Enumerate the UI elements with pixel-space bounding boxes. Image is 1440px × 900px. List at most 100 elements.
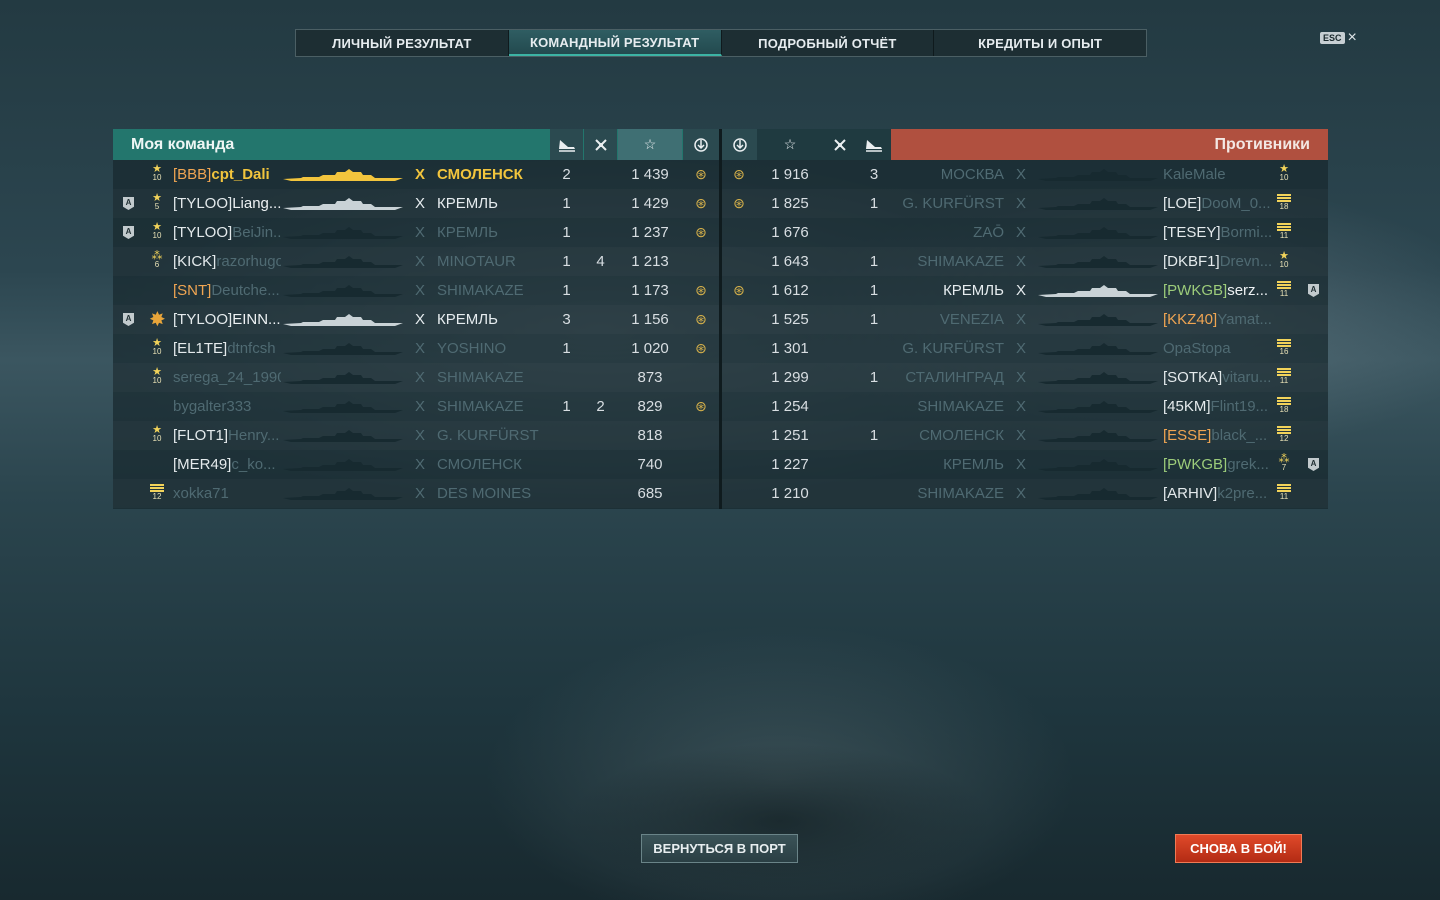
rank-number: 10 [1279, 260, 1289, 269]
my-team-panel: Моя команда ☆ ★ 10 [BBB]cpt_Dali X СМОЛЕНСК 2… [113, 129, 719, 509]
ship-silhouette [1038, 198, 1158, 210]
planes-destroyed [823, 247, 857, 276]
table-row[interactable]: A ★ 5 [TYLOO]Liang... X КРЕМЛЬ 1 1 429 ⊛ [113, 189, 719, 218]
table-row[interactable]: ⊛ 1 612 1 КРЕМЛЬ X [PWKGB]serz... 11 A [722, 276, 1328, 305]
player-name: [45KM]Flint19... [1163, 392, 1273, 421]
player-name: [LOE]DooM_0... [1163, 189, 1273, 218]
base-exp: 1 299 [771, 369, 809, 386]
clan-tag: [TYLOO] [173, 195, 233, 212]
planes-destroyed [584, 160, 617, 189]
table-row[interactable]: [SNT]Deutche... X SHIMAKAZE 1 1 173 ⊛ [113, 276, 719, 305]
planes-destroyed: 2 [596, 398, 605, 415]
enemy-team-header: ☆ Противники [722, 129, 1328, 160]
table-row[interactable]: ⊛ 1 825 1 G. KURFÜRST X [LOE]DooM_0... 18 [722, 189, 1328, 218]
ship-silhouette-wrap [283, 401, 405, 413]
tab-detailed-report[interactable]: ПОДРОБНЫЙ ОТЧЁТ [722, 30, 935, 56]
ship-name: G. KURFÜRST [437, 427, 539, 444]
clan-tag: [SNT] [173, 282, 212, 299]
ships-destroyed: 1 [869, 369, 879, 386]
player-nickname: cpt_Dali [211, 166, 270, 183]
clan-tag: [PWKGB] [1163, 456, 1228, 473]
table-row[interactable]: ★ 10 [FLOT1]Henry... X G. KURFÜRST 818 [113, 421, 719, 450]
planes-destroyed [584, 334, 617, 363]
division-badge-icon: A [1308, 284, 1319, 297]
ship-name: MINOTAUR [437, 253, 516, 270]
table-row[interactable]: ⊛ 1 916 3 МОСКВА X KaleMale ★ 10 [722, 160, 1328, 189]
ship-tier: X [1016, 166, 1027, 183]
table-row[interactable]: 1 299 1 СТАЛИНГРАД X [SOTKA]vitaru... 11 [722, 363, 1328, 392]
tab-team-result[interactable]: КОМАНДНЫЙ РЕЗУЛЬТАТ [508, 30, 722, 56]
table-row[interactable]: 1 251 1 СМОЛЕНСК X [ESSE]black_... 12 [722, 421, 1328, 450]
table-row[interactable]: 1 525 1 VENEZIA X [KKZ40]Yamat... [722, 305, 1328, 334]
ship-tier: X [415, 456, 426, 473]
player-nickname: Bormi... [1220, 224, 1273, 241]
ship-silhouette [283, 227, 403, 239]
table-row[interactable]: 12 xokka71 X DES MOINES 685 [113, 479, 719, 508]
battle-again-button[interactable]: СНОВА В БОЙ! [1175, 834, 1302, 863]
base-exp: 1 825 [771, 195, 809, 212]
clan-tag: [ESSE] [1163, 427, 1212, 444]
clan-tag: [KKZ40] [1163, 311, 1218, 328]
medal-header-icon [683, 129, 719, 160]
table-row[interactable]: 1 676 ZAŌ X [TESEY]Bormi... 11 [722, 218, 1328, 247]
ship-silhouette-wrap [1038, 256, 1160, 268]
ship-tier: X [415, 340, 426, 357]
ship-tier: X [1016, 369, 1027, 386]
table-row[interactable]: 1 254 SHIMAKAZE X [45KM]Flint19... 18 [722, 392, 1328, 421]
player-nickname: KaleMale [1163, 166, 1226, 183]
ship-silhouette-wrap [283, 459, 405, 471]
ships-destroyed [857, 450, 891, 479]
player-nickname: dtnfcsh [227, 340, 276, 357]
rank-icon: 11 [1276, 222, 1292, 244]
planes-destroyed [823, 160, 857, 189]
ship-tier: X [415, 485, 426, 502]
return-to-port-button[interactable]: ВЕРНУТЬСЯ В ПОРТ [641, 834, 798, 863]
division-badge-icon: A [123, 226, 134, 239]
table-row[interactable]: 1 227 КРЕМЛЬ X [PWKGB]grek... ⁂ 7 A [722, 450, 1328, 479]
rank-number: 12 [152, 492, 162, 501]
rank-number: 10 [152, 347, 162, 356]
table-row[interactable]: [MER49]c_ko... X СМОЛЕНСК 740 [113, 450, 719, 479]
ship-tier: X [415, 282, 426, 299]
clan-tag: [TYLOO] [173, 224, 233, 241]
ship-silhouette [283, 401, 403, 413]
ship-tier: X [415, 253, 426, 270]
player-name: KaleMale [1163, 160, 1273, 189]
ship-name: КРЕМЛЬ [943, 282, 1004, 299]
player-name: [FLOT1]Henry... [173, 421, 281, 450]
ships-destroyed: 1 [869, 282, 879, 299]
base-exp: 1 612 [771, 282, 809, 299]
table-row[interactable]: A ✸ [TYLOO]EINN... X КРЕМЛЬ 3 1 156 ⊛ [113, 305, 719, 334]
division-badge-icon: A [1308, 458, 1319, 471]
clan-tag: [TESEY] [1163, 224, 1221, 241]
division-badge-icon: A [123, 313, 134, 326]
ship-silhouette-wrap [1038, 227, 1160, 239]
table-row[interactable]: bygalter333 X SHIMAKAZE 1 2 829 ⊛ [113, 392, 719, 421]
base-exp: 1 020 [631, 340, 669, 357]
base-exp: 1 156 [631, 311, 669, 328]
player-name: [TESEY]Bormi... [1163, 218, 1273, 247]
table-row[interactable]: 1 643 1 SHIMAKAZE X [DKBF1]Drevn... ★ 10 [722, 247, 1328, 276]
table-row[interactable]: ★ 10 [BBB]cpt_Dali X СМОЛЕНСК 2 1 439 ⊛ [113, 160, 719, 189]
ship-name: DES MOINES [437, 485, 532, 502]
player-name: [KICK]razorhugo [173, 247, 281, 276]
base-exp: 1 301 [771, 340, 809, 357]
table-row[interactable]: ★ 10 serega_24_1990 X SHIMAKAZE 873 [113, 363, 719, 392]
ship-name: SHIMAKAZE [917, 485, 1004, 502]
clan-tag: [LOE] [1163, 195, 1202, 212]
close-button[interactable]: ESC × [1320, 30, 1357, 46]
rank-number: 11 [1279, 376, 1289, 385]
ship-silhouette [1038, 256, 1158, 268]
ship-silhouette-wrap [1038, 372, 1160, 384]
ship-name: SHIMAKAZE [917, 398, 1004, 415]
tab-personal-result[interactable]: ЛИЧНЫЙ РЕЗУЛЬТАТ [296, 30, 509, 56]
table-row[interactable]: A ★ 10 [TYLOO]BeiJin... X КРЕМЛЬ 1 1 237 ⊛ [113, 218, 719, 247]
table-row[interactable]: ⁂ 6 [KICK]razorhugo X MINOTAUR 1 4 1 213 [113, 247, 719, 276]
base-exp: 1 676 [771, 224, 809, 241]
table-row[interactable]: 1 301 G. KURFÜRST X OpaStopa 16 [722, 334, 1328, 363]
table-row[interactable]: 1 210 SHIMAKAZE X [ARHIV]k2pre... 11 [722, 479, 1328, 508]
ship-tier: X [1016, 224, 1027, 241]
table-row[interactable]: ★ 10 [EL1TE]dtnfcsh X YOSHINO 1 1 020 ⊛ [113, 334, 719, 363]
ships-destroyed [550, 479, 583, 508]
tab-credits-exp[interactable]: КРЕДИТЫ И ОПЫТ [934, 30, 1146, 56]
